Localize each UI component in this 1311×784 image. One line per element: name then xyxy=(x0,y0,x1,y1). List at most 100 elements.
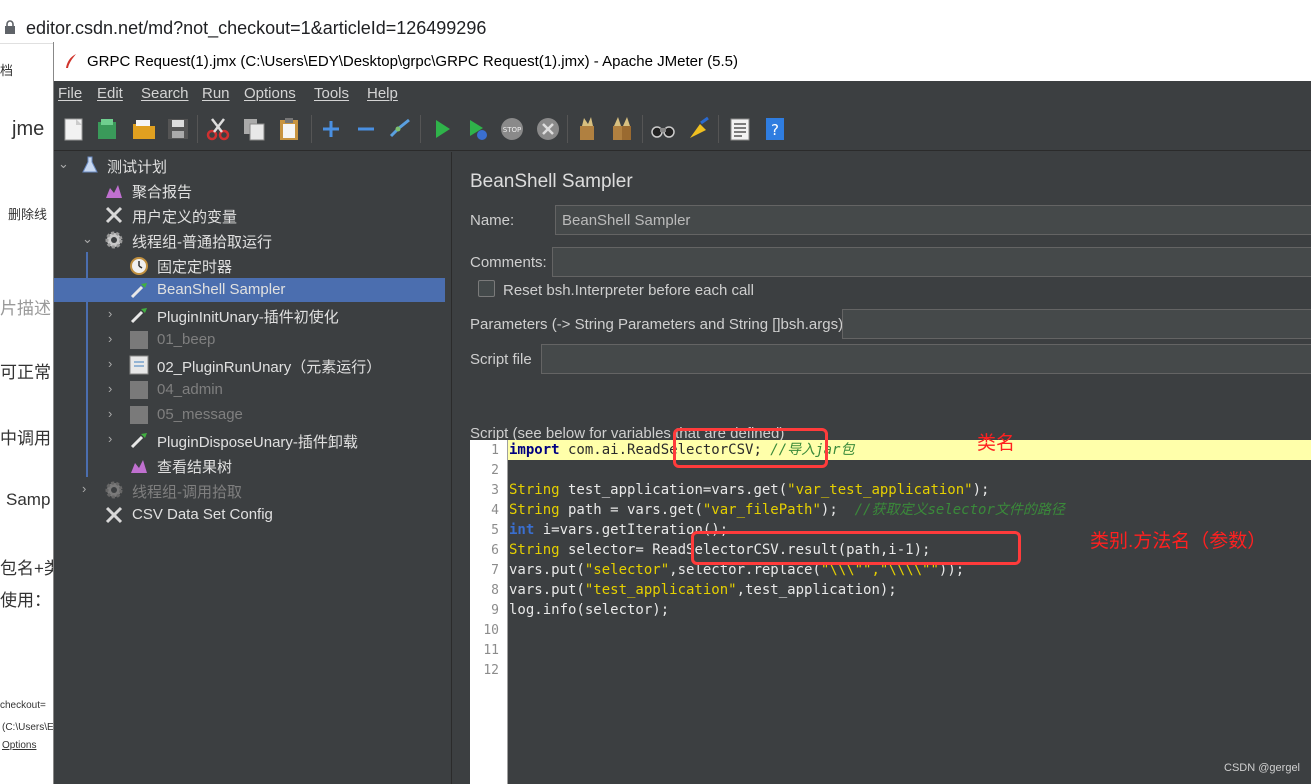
toggle-icon[interactable] xyxy=(387,116,413,142)
menu-help[interactable]: Help xyxy=(367,85,398,102)
line-number: 12 xyxy=(483,663,499,678)
comments-field[interactable] xyxy=(552,247,1311,277)
line-number: 4 xyxy=(491,503,499,518)
menu-search[interactable]: Search xyxy=(141,85,189,102)
annotation-box-class xyxy=(673,428,828,468)
open-icon[interactable] xyxy=(131,116,157,142)
templates-icon[interactable] xyxy=(94,116,120,142)
code-token: int xyxy=(509,522,535,538)
code-string: "var_test_application" xyxy=(787,482,973,498)
tree-item-label: 01_beep xyxy=(157,331,216,348)
tree-item-csv-data-set[interactable]: CSV Data Set Config xyxy=(54,503,445,527)
code-string: "selector" xyxy=(584,562,670,578)
chevron-down-icon[interactable]: ⌄ xyxy=(58,157,70,171)
tree-item-label: 聚合报告 xyxy=(132,184,193,201)
menu-tools[interactable]: Tools xyxy=(314,85,349,102)
expand-all-icon[interactable] xyxy=(318,116,344,142)
cut-icon[interactable] xyxy=(205,116,231,142)
search-icon[interactable] xyxy=(650,116,676,142)
toolbar-separator xyxy=(567,115,568,143)
name-label: Name: xyxy=(470,212,515,229)
menu-run[interactable]: Run xyxy=(202,85,230,102)
reset-search-icon[interactable] xyxy=(686,116,712,142)
tree-item-aggregate-report[interactable]: 聚合报告 xyxy=(54,178,445,202)
chevron-right-icon[interactable]: › xyxy=(108,307,120,321)
browser-url[interactable]: editor.csdn.net/md?not_checkout=1&articl… xyxy=(26,18,486,39)
tree-item-thread-group-2[interactable]: › 线程组-调用拾取 xyxy=(54,478,445,502)
tree-item-05-message[interactable]: › 05_message xyxy=(54,403,445,427)
help-icon[interactable]: ? xyxy=(762,116,788,142)
tree-item-beanshell-sampler[interactable]: BeanShell Sampler xyxy=(54,278,445,302)
reset-interpreter-checkbox[interactable] xyxy=(478,280,495,297)
code-token: ,test_application); xyxy=(736,582,897,598)
code-token: com.ai. xyxy=(559,442,628,458)
code-line: String path = vars.get("var_filePath"); … xyxy=(508,500,1311,520)
toolbar-separator xyxy=(311,115,312,143)
tree-item-test-plan[interactable]: ⌄ 测试计划 xyxy=(54,153,445,177)
script-file-field[interactable] xyxy=(541,344,1311,374)
script-editor[interactable]: 1 2 3 4 5 6 7 8 9 10 11 12 import com.ai… xyxy=(470,440,1311,784)
chevron-right-icon[interactable]: › xyxy=(108,432,120,446)
shutdown-icon[interactable] xyxy=(535,116,561,142)
code-string: "test_application" xyxy=(584,582,737,598)
chevron-right-icon[interactable]: › xyxy=(108,407,120,421)
svg-text:STOP: STOP xyxy=(503,126,521,134)
start-no-pauses-icon[interactable] xyxy=(464,116,490,142)
jmeter-feather-icon xyxy=(66,54,76,68)
code-token: vars.put( xyxy=(509,582,585,598)
bg-text: jme xyxy=(12,118,45,140)
bg-text: 使用： xyxy=(0,591,51,610)
code-line: vars.put("test_application",test_applica… xyxy=(508,580,1311,600)
tree-item-user-variables[interactable]: 用户定义的变量 xyxy=(54,203,445,227)
name-field[interactable]: BeanShell Sampler xyxy=(555,205,1311,235)
bg-text: 删除线 xyxy=(8,207,48,222)
tree-item-label: 04_admin xyxy=(157,381,223,398)
save-icon[interactable] xyxy=(165,116,191,142)
chevron-right-icon[interactable]: › xyxy=(108,332,120,346)
code-token: log.info(selector); xyxy=(509,602,670,618)
copy-icon[interactable] xyxy=(241,116,267,142)
line-number: 6 xyxy=(491,543,499,558)
collapse-all-icon[interactable] xyxy=(353,116,379,142)
annotation-box-method xyxy=(691,531,1021,565)
tree-item-04-admin[interactable]: › 04_admin xyxy=(54,378,445,402)
tree-item-constant-timer[interactable]: 固定定时器 xyxy=(54,253,445,277)
tree-item-01-beep[interactable]: › 01_beep xyxy=(54,328,445,352)
menu-options[interactable]: Options xyxy=(244,85,296,102)
chevron-down-icon[interactable]: ⌄ xyxy=(82,232,94,246)
start-icon[interactable] xyxy=(429,116,455,142)
tree-item-label: 02_PluginRunUnary（元素运行） xyxy=(157,359,382,376)
menu-edit[interactable]: Edit xyxy=(97,85,123,102)
tree-item-thread-group-1[interactable]: ⌄ 线程组-普通拾取运行 xyxy=(54,228,445,252)
tree-item-view-results-tree[interactable]: 查看结果树 xyxy=(54,453,445,477)
clear-all-icon[interactable] xyxy=(609,116,635,142)
code-token: import xyxy=(509,442,560,458)
tree-item-plugin-init[interactable]: › PluginInitUnary-插件初使化 xyxy=(54,303,445,327)
split-pane-divider[interactable] xyxy=(451,152,459,784)
function-helper-icon[interactable] xyxy=(727,116,753,142)
menu-file[interactable]: File xyxy=(58,85,82,102)
panel-title: BeanShell Sampler xyxy=(470,171,633,192)
window-titlebar: GRPC Request(1).jmx (C:\Users\EDY\Deskto… xyxy=(54,42,1311,81)
chevron-right-icon[interactable]: › xyxy=(82,482,94,496)
code-line: import com.ai.ReadSelectorCSV; //导入jar包 xyxy=(508,440,1311,460)
code-token: String xyxy=(509,482,560,498)
chevron-right-icon[interactable]: › xyxy=(108,382,120,396)
chevron-right-icon[interactable]: › xyxy=(108,357,120,371)
tree-item-label: 线程组-调用拾取 xyxy=(132,484,242,501)
tree-item-label: 测试计划 xyxy=(107,159,168,176)
code-token: test_application=vars.get( xyxy=(559,482,788,498)
parameters-field[interactable] xyxy=(842,309,1311,339)
controller-icon xyxy=(129,355,149,375)
new-icon[interactable] xyxy=(61,116,87,142)
paste-icon[interactable] xyxy=(276,116,302,142)
bg-text: (C:\Users\E xyxy=(2,722,54,733)
tree-item-02-plugin-run[interactable]: › 02_PluginRunUnary（元素运行） xyxy=(54,353,445,377)
comments-label: Comments: xyxy=(470,254,547,271)
tree-item-plugin-dispose[interactable]: › PluginDisposeUnary-插件卸载 xyxy=(54,428,445,452)
clear-icon[interactable] xyxy=(574,116,600,142)
code-token: path = vars.get( xyxy=(559,502,703,518)
stop-icon[interactable]: STOP xyxy=(499,116,525,142)
tree-item-label: CSV Data Set Config xyxy=(132,506,273,523)
code-area[interactable]: import com.ai.ReadSelectorCSV; //导入jar包 … xyxy=(508,440,1311,784)
